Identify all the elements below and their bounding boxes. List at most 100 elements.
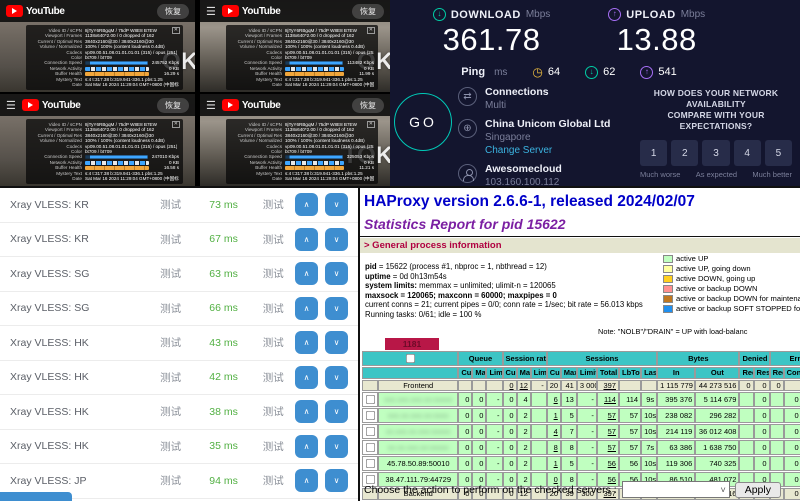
restore-button[interactable]: 恢复 xyxy=(157,4,189,19)
stats-row-server: xxx.xx.xxx.xx:xxxx00-0215-575710s238 082… xyxy=(362,408,800,423)
partial-button[interactable] xyxy=(0,492,72,501)
video-player[interactable]: ☰ YouTube 恢复 ✕ Video ID / sCPN8jTyY6RBgq… xyxy=(0,94,195,186)
close-icon[interactable]: ✕ xyxy=(367,121,375,128)
buffer-bar xyxy=(285,72,344,76)
rating-button-3[interactable]: 3 xyxy=(702,140,729,166)
move-down-button[interactable]: ∨ xyxy=(325,400,348,423)
video-player[interactable]: YouTube 恢复 OK ✕ Video ID / sCPN8jTyY6RBg… xyxy=(0,0,195,92)
test-button-2[interactable]: 测试 xyxy=(252,232,295,247)
stat-cell: 0 xyxy=(503,380,517,392)
stat-cell: 20 xyxy=(547,380,561,392)
youtube-logo[interactable]: YouTube xyxy=(6,5,65,17)
youtube-logo[interactable]: YouTube xyxy=(222,5,281,17)
video-player[interactable]: ☰ YouTube 恢复 OK ✕ Video ID / sCPN8jTyY6R… xyxy=(200,0,390,92)
proxy-row: Xray VLESS: HK 测试 35 ms 测试 ∧ ∨ xyxy=(0,430,358,465)
speed-bar xyxy=(285,155,343,159)
close-icon[interactable]: ✕ xyxy=(172,27,180,34)
latency-value: 94 ms xyxy=(195,475,251,487)
move-down-button[interactable]: ∨ xyxy=(325,297,348,320)
close-icon[interactable]: ✕ xyxy=(367,27,375,34)
test-button-2[interactable]: 测试 xyxy=(252,301,295,316)
rating-button-4[interactable]: 4 xyxy=(734,140,761,166)
change-server-link[interactable]: Change Server xyxy=(485,144,610,157)
latency-value: 42 ms xyxy=(195,371,251,383)
test-button-1[interactable]: 测试 xyxy=(146,473,196,488)
test-button-2[interactable]: 测试 xyxy=(252,473,295,488)
go-button[interactable]: GO xyxy=(394,93,452,151)
test-button-1[interactable]: 测试 xyxy=(146,197,196,212)
speedtest-results: ↓ DOWNLOAD Mbps 361.78 ↑ UPLOAD Mbps 13.… xyxy=(338,8,800,58)
test-button-2[interactable]: 测试 xyxy=(252,266,295,281)
divider xyxy=(360,236,800,237)
test-button-2[interactable]: 测试 xyxy=(252,335,295,350)
server-checkbox[interactable] xyxy=(365,427,374,436)
stats-value: Sat Mar 16 2024 11:29:04 GMT+0800 (中国标准时… xyxy=(285,82,374,87)
stat-cell: - xyxy=(577,456,597,471)
move-up-button[interactable]: ∧ xyxy=(295,193,318,216)
rating-button-1[interactable]: 1 xyxy=(640,140,667,166)
close-icon[interactable]: ✕ xyxy=(172,121,180,128)
move-up-button[interactable]: ∧ xyxy=(295,400,318,423)
proxy-name: Xray VLESS: HK xyxy=(10,337,146,349)
test-button-1[interactable]: 测试 xyxy=(146,335,196,350)
youtube-logo[interactable]: YouTube xyxy=(22,99,81,111)
stats-label: Date xyxy=(228,176,285,181)
move-up-button[interactable]: ∧ xyxy=(295,331,318,354)
move-down-button[interactable]: ∨ xyxy=(325,331,348,354)
test-button-1[interactable]: 测试 xyxy=(146,301,196,316)
stats-for-nerds-panel: ✕ Video ID / sCPN8jTyY6RBgqM / 75dP W8E8… xyxy=(226,25,378,90)
legend-entry: active UP xyxy=(663,254,800,264)
speed-bar xyxy=(85,155,148,159)
move-up-button[interactable]: ∧ xyxy=(295,435,318,458)
proxy-name-link[interactable]: 1181 xyxy=(385,338,439,350)
stat-cell: - xyxy=(486,408,502,423)
move-down-button[interactable]: ∨ xyxy=(325,366,348,389)
test-button-2[interactable]: 测试 xyxy=(252,197,295,212)
test-button-2[interactable]: 测试 xyxy=(252,439,295,454)
stats-rows: Video ID / sCPN8jTyY6RBgqM / 75dP W8E8 B… xyxy=(28,28,179,87)
restore-button[interactable]: 恢复 xyxy=(157,98,189,113)
server-checkbox[interactable] xyxy=(365,459,374,468)
server-checkbox[interactable] xyxy=(365,395,374,404)
test-button-2[interactable]: 测试 xyxy=(252,370,295,385)
select-all-checkbox[interactable] xyxy=(406,354,415,363)
proxy-row: Xray VLESS: SG 测试 66 ms 测试 ∧ ∨ xyxy=(0,292,358,327)
server-checkbox[interactable] xyxy=(365,411,374,420)
move-up-button[interactable]: ∧ xyxy=(295,228,318,251)
move-down-button[interactable]: ∨ xyxy=(325,228,348,251)
test-button-1[interactable]: 测试 xyxy=(146,266,196,281)
test-button-1[interactable]: 测试 xyxy=(146,404,196,419)
server-checkbox[interactable] xyxy=(365,443,374,452)
video-grid: YouTube 恢复 OK ✕ Video ID / sCPN8jTyY6RBg… xyxy=(0,0,390,186)
menu-icon[interactable]: ☰ xyxy=(206,99,216,112)
test-button-2[interactable]: 测试 xyxy=(252,404,295,419)
video-player[interactable]: ☰ YouTube 恢复 TOK ✕ Video ID / sCPN8jTyY6… xyxy=(200,94,390,186)
apply-button[interactable]: Apply xyxy=(735,482,781,498)
move-down-button[interactable]: ∨ xyxy=(325,262,348,285)
move-down-button[interactable]: ∨ xyxy=(325,469,348,492)
move-up-button[interactable]: ∧ xyxy=(295,297,318,320)
move-down-button[interactable]: ∨ xyxy=(325,435,348,458)
move-up-button[interactable]: ∧ xyxy=(295,366,318,389)
test-button-1[interactable]: 测试 xyxy=(146,439,196,454)
test-button-1[interactable]: 测试 xyxy=(146,232,196,247)
rating-button-5[interactable]: 5 xyxy=(765,140,792,166)
menu-icon[interactable]: ☰ xyxy=(6,99,16,112)
connection-info: ⇄ Connections Multi ⊕ China Unicom Globa… xyxy=(458,86,648,195)
move-up-button[interactable]: ∧ xyxy=(295,262,318,285)
menu-icon[interactable]: ☰ xyxy=(206,5,216,18)
move-down-button[interactable]: ∨ xyxy=(325,193,348,216)
haproxy-version-link[interactable]: HAProxy version 2.6.6-1, released 2024/0… xyxy=(364,193,800,211)
speed-bar xyxy=(85,61,148,65)
move-up-button[interactable]: ∧ xyxy=(295,469,318,492)
restore-button[interactable]: 恢复 xyxy=(352,4,384,19)
proxy-name: Xray VLESS: JP xyxy=(10,475,146,487)
youtube-logo[interactable]: YouTube xyxy=(222,99,281,111)
latency-value: 67 ms xyxy=(195,233,251,245)
test-button-1[interactable]: 测试 xyxy=(146,370,196,385)
stats-rows: Video ID / sCPN8jTyY6RBgqM / 75dP W8E8 B… xyxy=(228,122,374,181)
rating-button-2[interactable]: 2 xyxy=(671,140,698,166)
stat-cell: 13 xyxy=(561,392,577,407)
action-select[interactable]: ˅ xyxy=(622,481,730,498)
restore-button[interactable]: 恢复 xyxy=(352,98,384,113)
